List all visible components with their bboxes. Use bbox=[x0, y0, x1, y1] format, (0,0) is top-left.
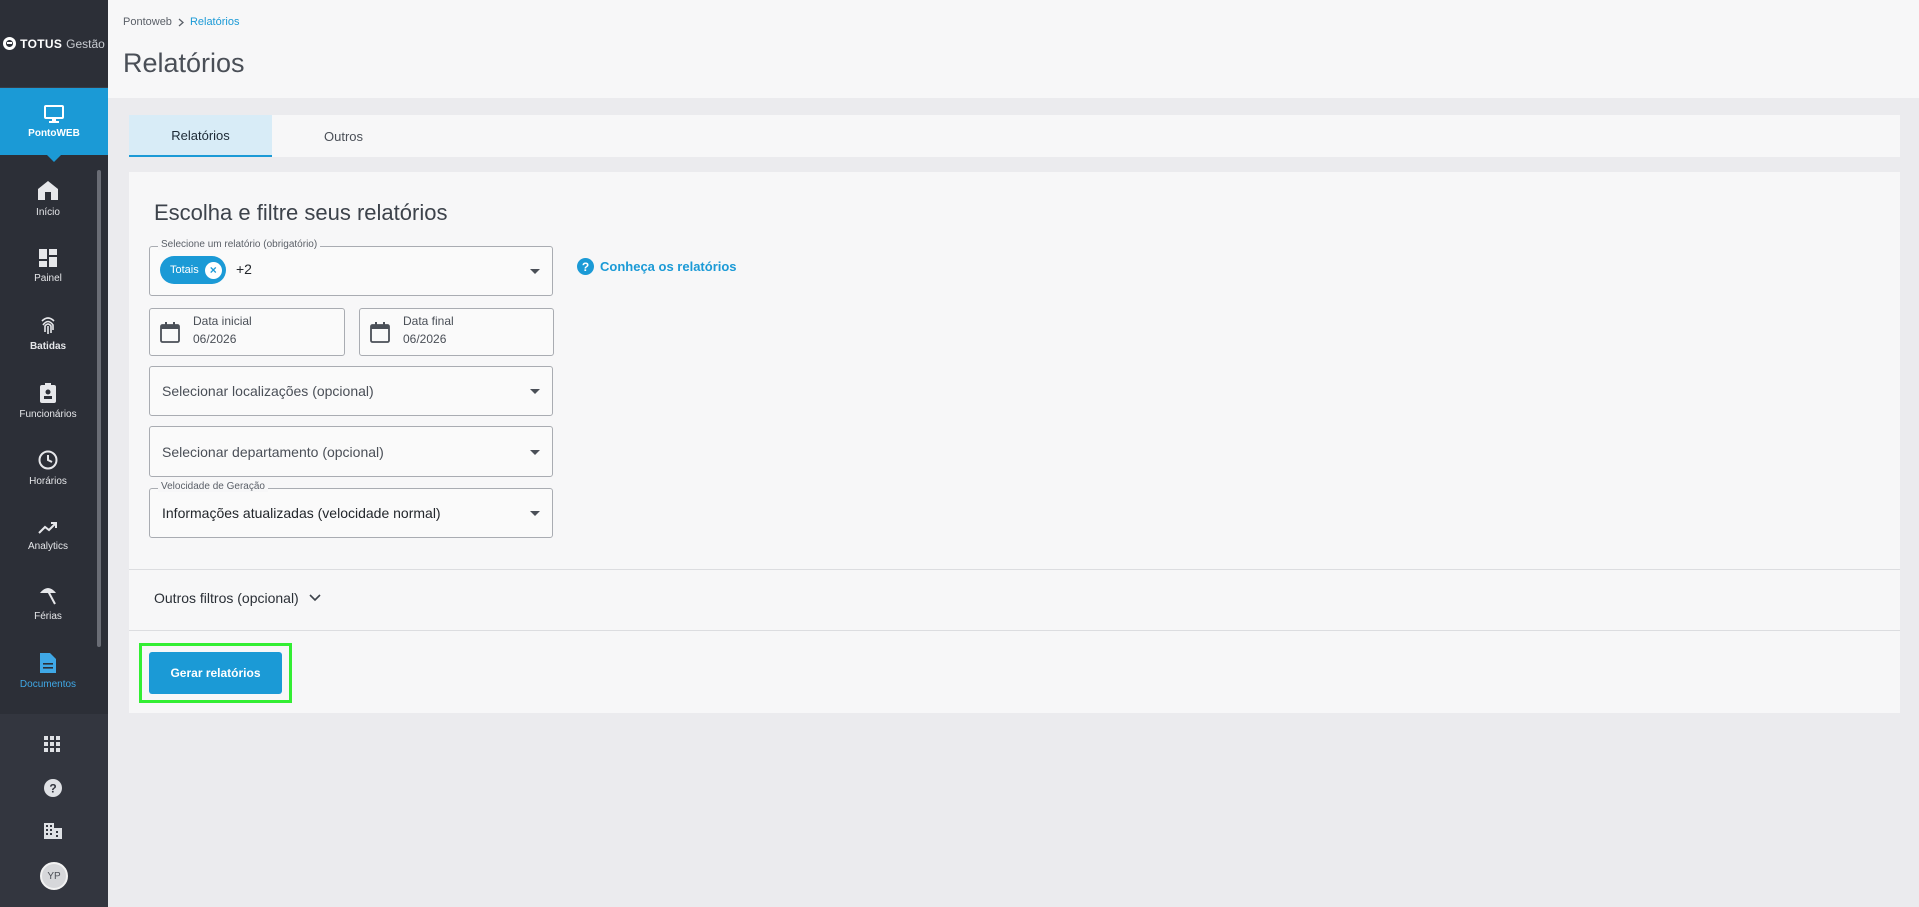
other-filters-label: Outros filtros (opcional) bbox=[154, 590, 299, 606]
sidebar-item-pontoweb[interactable]: PontoWEB bbox=[0, 88, 108, 162]
sidebar: TOTUS Gestão PontoWEB Início Painel Bati… bbox=[0, 0, 108, 907]
chevron-right-icon bbox=[178, 18, 184, 26]
sidebar-item-ferias[interactable]: Férias bbox=[0, 570, 96, 638]
date-end-label: Data final bbox=[403, 314, 454, 328]
badge-icon bbox=[40, 382, 56, 403]
locations-placeholder: Selecionar localizações (opcional) bbox=[162, 383, 374, 399]
report-select-more-count: +2 bbox=[236, 261, 252, 277]
tab-outros[interactable]: Outros bbox=[272, 115, 415, 157]
fingerprint-icon bbox=[41, 317, 55, 335]
breadcrumb-root[interactable]: Pontoweb bbox=[123, 16, 172, 28]
logo-sub: Gestão bbox=[66, 36, 105, 51]
page-title: Relatórios bbox=[123, 48, 245, 78]
totvs-logo-icon bbox=[3, 37, 17, 50]
divider bbox=[129, 569, 1900, 570]
app-logo[interactable]: TOTUS Gestão bbox=[3, 37, 105, 51]
sidebar-item-label: Analytics bbox=[27, 540, 68, 552]
sidebar-item-analytics[interactable]: Analytics bbox=[0, 503, 96, 571]
chevron-down-icon bbox=[530, 269, 540, 274]
sidebar-item-label: Painel bbox=[34, 272, 62, 284]
date-end-field[interactable]: Data final 06/2026 bbox=[359, 308, 554, 356]
sidebar-item-batidas[interactable]: Batidas bbox=[0, 300, 96, 368]
date-end-value: 06/2026 bbox=[403, 332, 447, 346]
report-chip-label: Totais bbox=[170, 264, 199, 276]
svg-text:?: ? bbox=[49, 782, 56, 796]
sidebar-item-inicio[interactable]: Início bbox=[0, 165, 96, 233]
sidebar-item-painel[interactable]: Painel bbox=[0, 233, 96, 301]
generate-reports-button[interactable]: Gerar relatórios bbox=[149, 652, 282, 694]
report-form-card: Escolha e filtre seus relatórios Selecio… bbox=[129, 172, 1900, 713]
date-start-label: Data inicial bbox=[193, 314, 252, 328]
report-chip: Totais × bbox=[160, 256, 226, 284]
sidebar-item-label: Início bbox=[36, 207, 60, 219]
clock-icon bbox=[38, 450, 58, 470]
sidebar-item-label: PontoWEB bbox=[28, 127, 80, 139]
home-icon bbox=[38, 181, 58, 201]
divider bbox=[129, 630, 1900, 631]
chevron-down-icon bbox=[530, 449, 540, 455]
help-circle-icon: ? bbox=[577, 258, 594, 275]
help-link-label: Conheça os relatórios bbox=[600, 259, 737, 274]
logo-brand: TOTUS bbox=[20, 36, 63, 51]
apps-grid-icon[interactable] bbox=[44, 736, 60, 757]
department-select[interactable]: Selecionar departamento (opcional) bbox=[149, 426, 553, 477]
company-icon[interactable] bbox=[44, 823, 62, 844]
chevron-down-icon bbox=[530, 511, 540, 516]
sidebar-item-label: Horários bbox=[29, 476, 67, 488]
department-placeholder: Selecionar departamento (opcional) bbox=[162, 443, 384, 460]
breadcrumb: Pontoweb Relatórios bbox=[123, 16, 239, 28]
help-icon[interactable]: ? bbox=[44, 779, 62, 802]
trending-icon bbox=[38, 521, 57, 534]
sidebar-item-funcionarios[interactable]: Funcionários bbox=[0, 368, 96, 436]
locations-select[interactable]: Selecionar localizações (opcional) bbox=[149, 366, 553, 416]
chevron-down-icon bbox=[309, 594, 321, 602]
chevron-down-icon bbox=[530, 389, 540, 394]
sidebar-item-label: Funcionários bbox=[19, 408, 77, 420]
calendar-icon bbox=[370, 322, 390, 343]
sidebar-item-horarios[interactable]: Horários bbox=[0, 435, 96, 503]
sidebar-scrollbar[interactable] bbox=[97, 170, 101, 647]
page-header bbox=[108, 0, 1919, 98]
speed-select[interactable]: Velocidade de Geração Informações atuali… bbox=[149, 481, 553, 538]
document-icon bbox=[40, 652, 56, 673]
dashboard-icon bbox=[39, 248, 57, 267]
sidebar-item-documentos[interactable]: Documentos bbox=[0, 638, 96, 706]
speed-value: Informações atualizadas (velocidade norm… bbox=[162, 505, 441, 521]
sidebar-item-label: Férias bbox=[34, 611, 62, 623]
other-filters-toggle[interactable]: Outros filtros (opcional) bbox=[154, 590, 321, 606]
breadcrumb-current[interactable]: Relatórios bbox=[190, 16, 240, 28]
tab-bar: Relatórios Outros bbox=[129, 115, 1900, 157]
report-select[interactable]: Selecione um relatório (obrigatório) Tot… bbox=[149, 239, 553, 296]
form-title: Escolha e filtre seus relatórios bbox=[154, 200, 448, 225]
date-start-value: 06/2026 bbox=[193, 332, 237, 346]
sidebar-item-label: Batidas bbox=[29, 341, 67, 353]
beach-icon bbox=[40, 588, 56, 605]
calendar-icon bbox=[160, 322, 180, 343]
monitor-icon bbox=[44, 104, 64, 123]
tab-relatorios[interactable]: Relatórios bbox=[129, 115, 272, 157]
chip-remove-icon[interactable]: × bbox=[204, 261, 222, 279]
report-select-legend: Selecione um relatório (obrigatório) bbox=[158, 239, 321, 250]
avatar[interactable]: YP bbox=[40, 862, 68, 890]
sidebar-nav: Início Painel Batidas Funcionários Horár… bbox=[0, 165, 96, 705]
logo-area: TOTUS Gestão bbox=[0, 0, 108, 88]
sidebar-item-label: Documentos bbox=[19, 678, 77, 690]
date-start-field[interactable]: Data inicial 06/2026 bbox=[149, 308, 345, 356]
help-link[interactable]: ? Conheça os relatórios bbox=[577, 258, 737, 275]
speed-legend: Velocidade de Geração bbox=[158, 481, 268, 492]
